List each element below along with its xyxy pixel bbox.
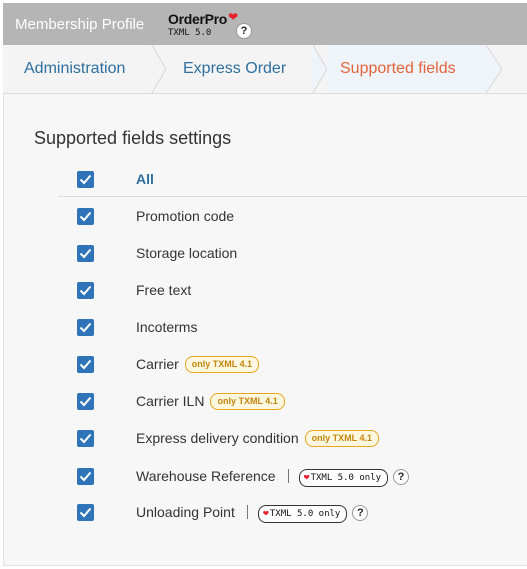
field-row-free-text: Free text bbox=[0, 278, 527, 302]
separator bbox=[246, 505, 248, 519]
heart-icon: ❤ bbox=[262, 508, 269, 519]
field-label-container: Warehouse Reference ❤TXML 5.0 only? bbox=[136, 468, 410, 487]
field-label: Promotion code bbox=[136, 208, 235, 224]
incoterms-checkbox[interactable] bbox=[77, 319, 94, 336]
logo-name: OrderPro bbox=[168, 11, 228, 27]
breadcrumb-label: Administration bbox=[24, 60, 126, 77]
all-checkbox[interactable] bbox=[77, 171, 94, 188]
field-row-unloading-point: Unloading Point ❤TXML 5.0 only? bbox=[0, 500, 527, 524]
check-icon bbox=[79, 433, 92, 444]
txml-41-badge: only TXML 4.1 bbox=[304, 430, 379, 447]
help-icon[interactable]: ? bbox=[352, 505, 369, 521]
breadcrumb-separator-icon bbox=[486, 45, 503, 93]
txml-41-badge: only TXML 4.1 bbox=[210, 393, 285, 410]
free-text-checkbox[interactable] bbox=[77, 282, 94, 299]
txml-50-badge-text: TXML 5.0 only bbox=[269, 509, 341, 519]
promotion-code-checkbox[interactable] bbox=[77, 208, 94, 225]
orderpro-logo: OrderPro❤ TXML 5.0 bbox=[168, 10, 239, 38]
unloading-point-checkbox[interactable] bbox=[77, 504, 94, 521]
title-bar: Membership Profile OrderPro❤ TXML 5.0 ? bbox=[3, 3, 527, 45]
breadcrumb-label: Supported fields bbox=[340, 60, 456, 77]
logo-version: TXML 5.0 bbox=[168, 28, 212, 38]
check-icon bbox=[79, 396, 92, 407]
field-row-incoterms: Incoterms bbox=[0, 315, 527, 339]
field-label-container: Carrier only TXML 4.1 bbox=[136, 356, 260, 373]
breadcrumb-separator-icon bbox=[151, 45, 167, 93]
field-row-carrier: Carrier only TXML 4.1 bbox=[0, 352, 527, 376]
breadcrumb: Administration Express Order Supported f… bbox=[3, 45, 527, 94]
separator bbox=[287, 469, 289, 483]
check-icon bbox=[79, 322, 92, 333]
breadcrumb-separator-icon bbox=[312, 45, 328, 93]
carrier-iln-checkbox[interactable] bbox=[77, 393, 94, 410]
field-row-warehouse-reference: Warehouse Reference ❤TXML 5.0 only? bbox=[0, 464, 527, 488]
txml-41-badge: only TXML 4.1 bbox=[184, 356, 260, 373]
field-row-all: All bbox=[0, 167, 527, 191]
app-title: Membership Profile bbox=[15, 16, 145, 33]
breadcrumb-item-administration[interactable]: Administration bbox=[3, 45, 163, 93]
storage-location-checkbox[interactable] bbox=[77, 245, 94, 262]
help-icon[interactable]: ? bbox=[236, 23, 252, 39]
check-icon bbox=[79, 359, 92, 370]
field-row-express-delivery-condition: Express delivery condition only TXML 4.1 bbox=[0, 426, 527, 450]
field-row-promotion-code: Promotion code bbox=[0, 204, 527, 228]
field-label: Carrier bbox=[136, 356, 179, 372]
field-label: Storage location bbox=[136, 245, 238, 261]
all-label: All bbox=[136, 171, 154, 187]
check-icon bbox=[79, 285, 92, 296]
txml-50-badge: ❤TXML 5.0 only bbox=[257, 505, 348, 523]
check-icon bbox=[79, 211, 92, 222]
field-label-container: Express delivery condition only TXML 4.1 bbox=[136, 430, 379, 447]
field-label: Carrier ILN bbox=[136, 393, 205, 409]
breadcrumb-label: Express Order bbox=[183, 60, 287, 77]
field-label: Incoterms bbox=[136, 319, 198, 335]
field-label: Unloading Point bbox=[136, 504, 235, 520]
txml-50-badge: ❤TXML 5.0 only bbox=[298, 469, 389, 487]
txml-50-badge-text: TXML 5.0 only bbox=[310, 473, 382, 483]
breadcrumb-item-express-order[interactable]: Express Order bbox=[166, 45, 316, 93]
heart-icon: ❤ bbox=[303, 472, 310, 483]
help-icon[interactable]: ? bbox=[393, 469, 410, 485]
field-label-container: Unloading Point ❤TXML 5.0 only? bbox=[136, 504, 369, 523]
field-label: Warehouse Reference bbox=[136, 468, 276, 484]
section-title: Supported fields settings bbox=[34, 128, 232, 148]
breadcrumb-item-supported-fields[interactable]: Supported fields bbox=[327, 45, 486, 93]
field-label-container: Carrier ILN only TXML 4.1 bbox=[136, 393, 285, 410]
check-icon bbox=[79, 248, 92, 259]
check-icon bbox=[79, 507, 92, 518]
divider bbox=[58, 196, 527, 197]
field-label: Free text bbox=[136, 282, 192, 298]
check-icon bbox=[79, 174, 92, 185]
check-icon bbox=[79, 471, 92, 482]
field-label: Express delivery condition bbox=[136, 430, 299, 446]
field-row-storage-location: Storage location bbox=[0, 241, 527, 265]
field-row-carrier-iln: Carrier ILN only TXML 4.1 bbox=[0, 389, 527, 413]
express-delivery-condition-checkbox[interactable] bbox=[77, 430, 94, 447]
heart-icon: ❤ bbox=[228, 10, 239, 24]
warehouse-reference-checkbox[interactable] bbox=[77, 468, 94, 485]
carrier-checkbox[interactable] bbox=[77, 356, 94, 373]
